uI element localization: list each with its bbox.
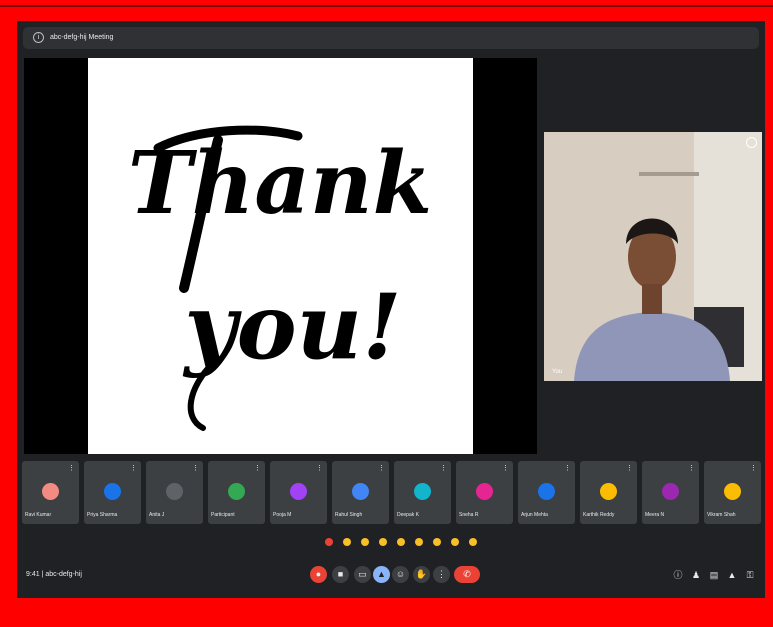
participant-tile[interactable]: ⋮ Meera N	[642, 461, 699, 524]
participant-tile[interactable]: ⋮ Arjun Mehta	[518, 461, 575, 524]
mic-muted-icon: ⋮	[502, 465, 509, 472]
present-button[interactable]: ▲	[373, 566, 390, 583]
frame-top-line	[0, 5, 773, 7]
mic-muted-icon: ⋮	[378, 465, 385, 472]
reaction-emoji[interactable]	[325, 538, 333, 546]
info-icon[interactable]: ⓘ	[673, 570, 683, 580]
participant-tile[interactable]: ⋮ Vikram Shah	[704, 461, 761, 524]
mic-muted-icon: ⋮	[192, 465, 199, 472]
mic-muted-icon: ⋮	[254, 465, 261, 472]
captions-button[interactable]: ▭	[354, 566, 371, 583]
pin-icon[interactable]	[746, 137, 757, 148]
slide-line-1: Thank	[128, 133, 432, 234]
more-options-button[interactable]: ⋮	[433, 566, 450, 583]
meeting-title: abc-defg-hij Meeting	[50, 34, 114, 41]
mic-muted-icon: ⋮	[130, 465, 137, 472]
mic-muted-icon: ⋮	[564, 465, 571, 472]
avatar	[228, 483, 245, 500]
reaction-emoji[interactable]	[397, 538, 405, 546]
presentation-stage: Thank you!	[24, 58, 537, 454]
mic-muted-icon: ⋮	[750, 465, 757, 472]
avatar	[538, 483, 555, 500]
mic-muted-icon: ⋮	[316, 465, 323, 472]
participant-name: Priya Sharma	[87, 512, 118, 518]
participant-name: Sneha R	[459, 512, 479, 518]
participant-tile[interactable]: ⋮ Karthik Reddy	[580, 461, 637, 524]
chat-icon[interactable]: ▤	[709, 570, 719, 580]
camera-feed	[544, 132, 762, 381]
mic-muted-icon: ⋮	[68, 465, 75, 472]
meeting-title-bar: i abc-defg-hij Meeting	[23, 27, 759, 49]
participant-tile[interactable]: ⋮ Priya Sharma	[84, 461, 141, 524]
avatar	[662, 483, 679, 500]
participant-tile[interactable]: ⋮ Sneha R	[456, 461, 513, 524]
thank-you-lettering: Thank you!	[128, 125, 432, 431]
participant-name: Vikram Shah	[707, 512, 736, 518]
meeting-time-code: 9:41 | abc-defg-hij	[26, 571, 82, 578]
info-icon[interactable]: i	[33, 32, 44, 43]
mic-muted-icon: ⋮	[688, 465, 695, 472]
reaction-emoji[interactable]	[379, 538, 387, 546]
reaction-emoji[interactable]	[451, 538, 459, 546]
host-controls-icon[interactable]: ⚿	[745, 570, 755, 580]
end-call-button[interactable]: ✆	[454, 566, 480, 583]
participant-name: Karthik Reddy	[583, 512, 615, 518]
participant-tile[interactable]: ⋮ Deepak K	[394, 461, 451, 524]
participant-name: Participant	[211, 512, 235, 518]
mic-off-button[interactable]: ●	[310, 566, 327, 583]
bottom-control-bar: 9:41 | abc-defg-hij ● ■ ▭ ▲ ☺ ✋ ⋮ ✆ ⓘ ♟ …	[17, 559, 765, 598]
raise-hand-button[interactable]: ✋	[413, 566, 430, 583]
self-name-label: You	[552, 369, 563, 375]
avatar	[290, 483, 307, 500]
participant-tile[interactable]: ⋮ Pooja M	[270, 461, 327, 524]
reaction-emoji[interactable]	[415, 538, 423, 546]
self-video-tile[interactable]: You	[544, 132, 762, 381]
reaction-emoji[interactable]	[433, 538, 441, 546]
participant-tile[interactable]: ⋮ Participant	[208, 461, 265, 524]
activities-icon[interactable]: ▲	[727, 570, 737, 580]
participant-name: Rahul Singh	[335, 512, 363, 518]
people-icon[interactable]: ♟	[691, 570, 701, 580]
avatar	[476, 483, 493, 500]
participant-tile[interactable]: ⋮ Anita J	[146, 461, 203, 524]
participant-name: Meera N	[645, 512, 665, 518]
presentation-slide: Thank you!	[88, 58, 473, 454]
participant-name: Pooja M	[273, 512, 292, 518]
participant-tile[interactable]: ⋮ Rahul Singh	[332, 461, 389, 524]
mic-muted-icon: ⋮	[440, 465, 447, 472]
avatar	[104, 483, 121, 500]
participant-name: Deepak K	[397, 512, 419, 518]
avatar	[600, 483, 617, 500]
mic-muted-icon: ⋮	[626, 465, 633, 472]
avatar	[352, 483, 369, 500]
reaction-emoji[interactable]	[469, 538, 477, 546]
avatar	[724, 483, 741, 500]
meeting-window: i abc-defg-hij Meeting Thank you! You ⋮ …	[17, 21, 765, 598]
avatar	[414, 483, 431, 500]
avatar	[166, 483, 183, 500]
camera-button[interactable]: ■	[332, 566, 349, 583]
emoji-button[interactable]: ☺	[392, 566, 409, 583]
participant-name: Ravi Kumar	[25, 512, 52, 518]
participant-name: Arjun Mehta	[521, 512, 548, 518]
reaction-emoji[interactable]	[361, 538, 369, 546]
reaction-emoji[interactable]	[343, 538, 351, 546]
participant-name: Anita J	[149, 512, 165, 518]
participant-tile[interactable]: ⋮ Ravi Kumar	[22, 461, 79, 524]
participant-strip: ⋮ Ravi Kumar ⋮ Priya Sharma ⋮ Anita J ⋮ Partici…	[22, 461, 764, 525]
avatar	[42, 483, 59, 500]
